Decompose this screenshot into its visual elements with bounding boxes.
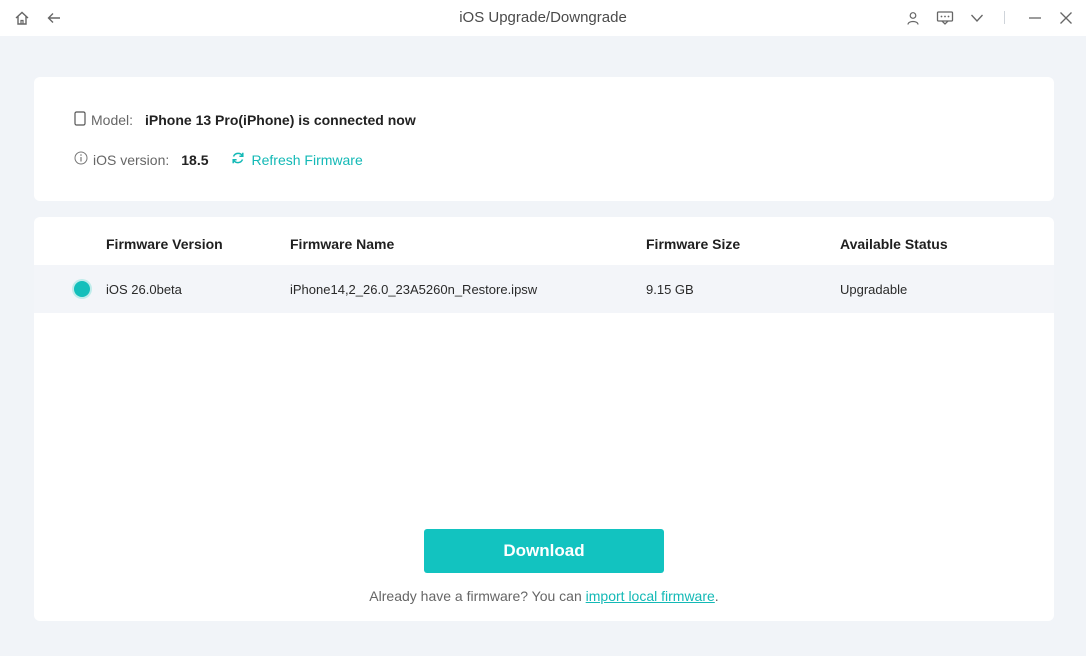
model-row: Model: iPhone 13 Pro(iPhone) is connecte… <box>74 111 416 129</box>
ios-version-value: 18.5 <box>181 151 209 168</box>
title-bar: iOS Upgrade/Downgrade <box>0 0 1086 36</box>
titlebar-divider <box>1004 11 1005 24</box>
firmware-row[interactable]: iOS 26.0beta iPhone14,2_26.0_23A5260n_Re… <box>34 265 1054 313</box>
minimize-icon[interactable] <box>1025 8 1045 28</box>
firmware-list-card: Firmware Version Firmware Name Firmware … <box>34 217 1054 621</box>
firmware-name-cell: iPhone14,2_26.0_23A5260n_Restore.ipsw <box>290 282 538 297</box>
dropdown-icon[interactable] <box>967 8 987 28</box>
header-firmware-size: Firmware Size <box>646 236 741 252</box>
ios-version-label: iOS version: <box>93 151 170 168</box>
info-icon <box>74 151 88 168</box>
model-value: iPhone 13 Pro(iPhone) is connected now <box>145 112 416 128</box>
close-icon[interactable] <box>1056 8 1076 28</box>
header-firmware-version: Firmware Version <box>106 236 223 252</box>
firmware-version-cell: iOS 26.0beta <box>106 282 182 297</box>
phone-icon <box>74 111 86 129</box>
import-local-firmware-link[interactable]: import local firmware <box>586 588 715 604</box>
download-button[interactable]: Download <box>424 529 664 573</box>
import-suffix: . <box>714 588 719 604</box>
header-available-status: Available Status <box>840 236 948 252</box>
firmware-status-cell: Upgradable <box>840 282 908 297</box>
feedback-icon[interactable] <box>935 8 955 28</box>
model-label: Model: <box>91 112 134 128</box>
firmware-size-cell: 9.15 GB <box>646 282 694 297</box>
header-firmware-name: Firmware Name <box>290 236 395 252</box>
user-icon[interactable] <box>903 8 923 28</box>
import-prefix: Already have a firmware? You can <box>369 588 586 604</box>
device-info-card: Model: iPhone 13 Pro(iPhone) is connecte… <box>34 77 1054 201</box>
window-title: iOS Upgrade/Downgrade <box>459 9 627 26</box>
ios-version-row: iOS version: 18.5 Refresh Firmware <box>74 151 363 168</box>
refresh-firmware-button[interactable]: Refresh Firmware <box>231 151 363 168</box>
firmware-radio-selected[interactable] <box>74 281 90 297</box>
import-firmware-line: Already have a firmware? You can import … <box>34 588 1054 604</box>
refresh-firmware-label: Refresh Firmware <box>251 151 363 168</box>
refresh-icon <box>231 151 245 168</box>
